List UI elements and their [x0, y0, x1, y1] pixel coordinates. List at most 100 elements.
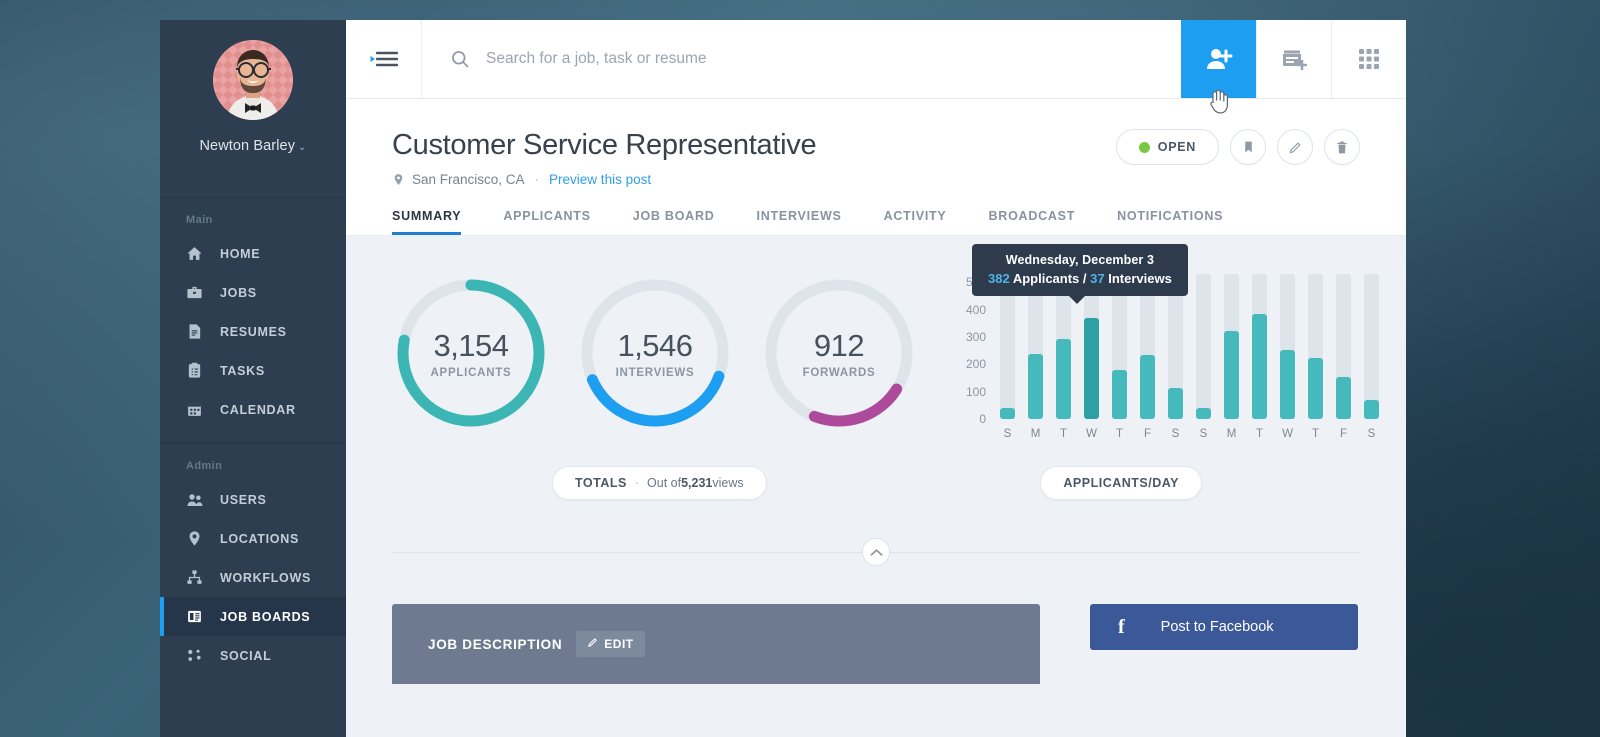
sidebar-item-calendar[interactable]: CALENDAR — [160, 390, 346, 429]
bar-column[interactable] — [1302, 274, 1329, 419]
x-axis-tick: T — [1311, 428, 1320, 440]
home-icon — [186, 245, 208, 262]
sidebar-item-users[interactable]: USERS — [160, 480, 346, 519]
sidebar-item-jobs[interactable]: JOBS — [160, 273, 346, 312]
bar-fill — [1196, 407, 1211, 419]
applicants-per-day-pill[interactable]: APPLICANTS/DAY — [1040, 466, 1202, 500]
bar-fill — [1280, 350, 1295, 419]
document-icon — [186, 323, 208, 340]
bar-fill — [1140, 355, 1155, 419]
x-axis-tick: M — [1030, 428, 1041, 440]
donut-value: 1,546 — [617, 327, 693, 363]
totals-prefix: Out of — [647, 476, 682, 490]
x-axis-tick: S — [1367, 428, 1376, 440]
tooltip-applicants-count: 382 — [988, 271, 1010, 286]
divider-line-right — [890, 551, 1360, 553]
add-person-icon[interactable] — [1181, 20, 1256, 98]
map-pin-icon — [392, 172, 405, 187]
pencil-icon — [587, 637, 598, 651]
bar-fill — [1112, 370, 1127, 419]
bar-column[interactable] — [1274, 274, 1301, 419]
donut-charts: 3,154 APPLICANTS 1,546 INTERVIEWS 912 FO… — [392, 274, 918, 432]
tooltip-detail: 382 Applicants / 37 Interviews — [988, 271, 1172, 286]
bar-column[interactable] — [1246, 274, 1273, 419]
search-input[interactable] — [486, 50, 1181, 68]
avatar — [213, 40, 293, 120]
sidebar-item-label: LOCATIONS — [220, 531, 299, 546]
tooltip-title: Wednesday, December 3 — [1005, 253, 1155, 267]
donut-interviews: 1,546 INTERVIEWS — [576, 274, 734, 432]
sidebar-item-locations[interactable]: LOCATIONS — [160, 519, 346, 558]
sidebar-item-label: HOME — [220, 246, 261, 261]
tab-summary[interactable]: SUMMARY — [392, 209, 462, 235]
bar-column[interactable] — [1358, 274, 1385, 419]
post-to-facebook-label: Post to Facebook — [1160, 619, 1274, 635]
tab-interviews[interactable]: INTERVIEWS — [757, 209, 842, 235]
search-bar[interactable] — [422, 20, 1181, 98]
sidebar-item-label: SOCIAL — [220, 648, 272, 663]
job-header: Customer Service Representative San Fran… — [346, 99, 1406, 187]
sidebar-item-workflows[interactable]: WORKFLOWS — [160, 558, 346, 597]
totals-label: TOTALS — [575, 476, 627, 490]
summary-dashboard: 3,154 APPLICANTS 1,546 INTERVIEWS 912 FO… — [346, 236, 1406, 440]
sidebar-item-label: JOBS — [220, 285, 257, 300]
edit-button[interactable] — [1277, 129, 1313, 165]
status-badge[interactable]: OPEN — [1115, 129, 1219, 165]
totals-pill[interactable]: TOTALS · Out of 5,231 views — [552, 466, 767, 500]
bar-fill — [1168, 387, 1183, 419]
tooltip-interviews-count: 37 — [1090, 271, 1105, 286]
sidebar-item-job-boards[interactable]: JOB BOARDS — [160, 597, 346, 636]
tab-notifications[interactable]: NOTIFICATIONS — [1117, 209, 1223, 235]
sidebar-item-home[interactable]: HOME — [160, 234, 346, 273]
bookmark-button[interactable] — [1230, 129, 1266, 165]
tooltip-applicants-word: Applicants — [1009, 271, 1083, 286]
hamburger-collapse-icon[interactable] — [346, 20, 422, 98]
chart-tooltip: Wednesday, December 3 382 Applicants / 3… — [972, 244, 1188, 304]
sidebar-item-social[interactable]: SOCIAL — [160, 636, 346, 675]
tab-applicants[interactable]: APPLICANTS — [503, 209, 590, 235]
bar-column[interactable] — [1330, 274, 1357, 419]
applicants-per-day-label: APPLICANTS/DAY — [1063, 476, 1179, 490]
chevron-up-icon[interactable] — [862, 538, 890, 566]
profile-name-row[interactable]: Newton Barley ⌄ — [199, 138, 306, 154]
tab-activity[interactable]: ACTIVITY — [884, 209, 947, 235]
sidebar-item-label: CALENDAR — [220, 402, 296, 417]
share-icon — [186, 647, 208, 664]
job-description-edit-button[interactable]: EDIT — [576, 631, 645, 657]
bar-fill — [1028, 354, 1043, 419]
job-actions: OPEN — [1115, 129, 1360, 165]
x-axis-tick: F — [1143, 428, 1152, 440]
profile-block[interactable]: Newton Barley ⌄ — [160, 20, 346, 198]
x-axis-tick: S — [1199, 428, 1208, 440]
totals-suffix: views — [712, 476, 744, 490]
apps-grid-icon[interactable] — [1331, 20, 1406, 98]
status-label: OPEN — [1157, 140, 1196, 154]
donut-label: FORWARDS — [802, 366, 876, 379]
chart-legend-row: TOTALS · Out of 5,231 views APPLICANTS/D… — [346, 466, 1406, 500]
users-icon — [186, 491, 208, 509]
bar-column[interactable] — [1190, 274, 1217, 419]
y-axis-tick: 0 — [979, 412, 986, 426]
sidebar-section-main-label: Main — [186, 214, 213, 226]
donut-applicants: 3,154 APPLICANTS — [392, 274, 550, 432]
bar-track — [1196, 274, 1211, 419]
donut-value: 3,154 — [433, 327, 509, 363]
add-event-icon[interactable] — [1256, 20, 1331, 98]
sidebar-item-tasks[interactable]: TASKS — [160, 351, 346, 390]
tab-job-board[interactable]: JOB BOARD — [633, 209, 715, 235]
profile-name-label: Newton Barley — [199, 138, 296, 154]
post-to-facebook-button[interactable]: f Post to Facebook — [1090, 604, 1358, 650]
chevron-down-icon: ⌄ — [298, 142, 307, 153]
preview-post-link[interactable]: Preview this post — [549, 172, 651, 187]
bar-track — [1364, 274, 1379, 419]
sidebar-item-resumes[interactable]: RESUMES — [160, 312, 346, 351]
bar-fill — [1084, 317, 1099, 419]
divider-line-left — [392, 551, 862, 553]
bar-column[interactable] — [1218, 274, 1245, 419]
tab-broadcast[interactable]: BROADCAST — [989, 209, 1076, 235]
x-axis-tick: T — [1255, 428, 1264, 440]
job-location: San Francisco, CA — [412, 172, 525, 187]
clipboard-icon — [186, 362, 208, 379]
briefcase-icon — [186, 284, 208, 301]
delete-button[interactable] — [1324, 129, 1360, 165]
